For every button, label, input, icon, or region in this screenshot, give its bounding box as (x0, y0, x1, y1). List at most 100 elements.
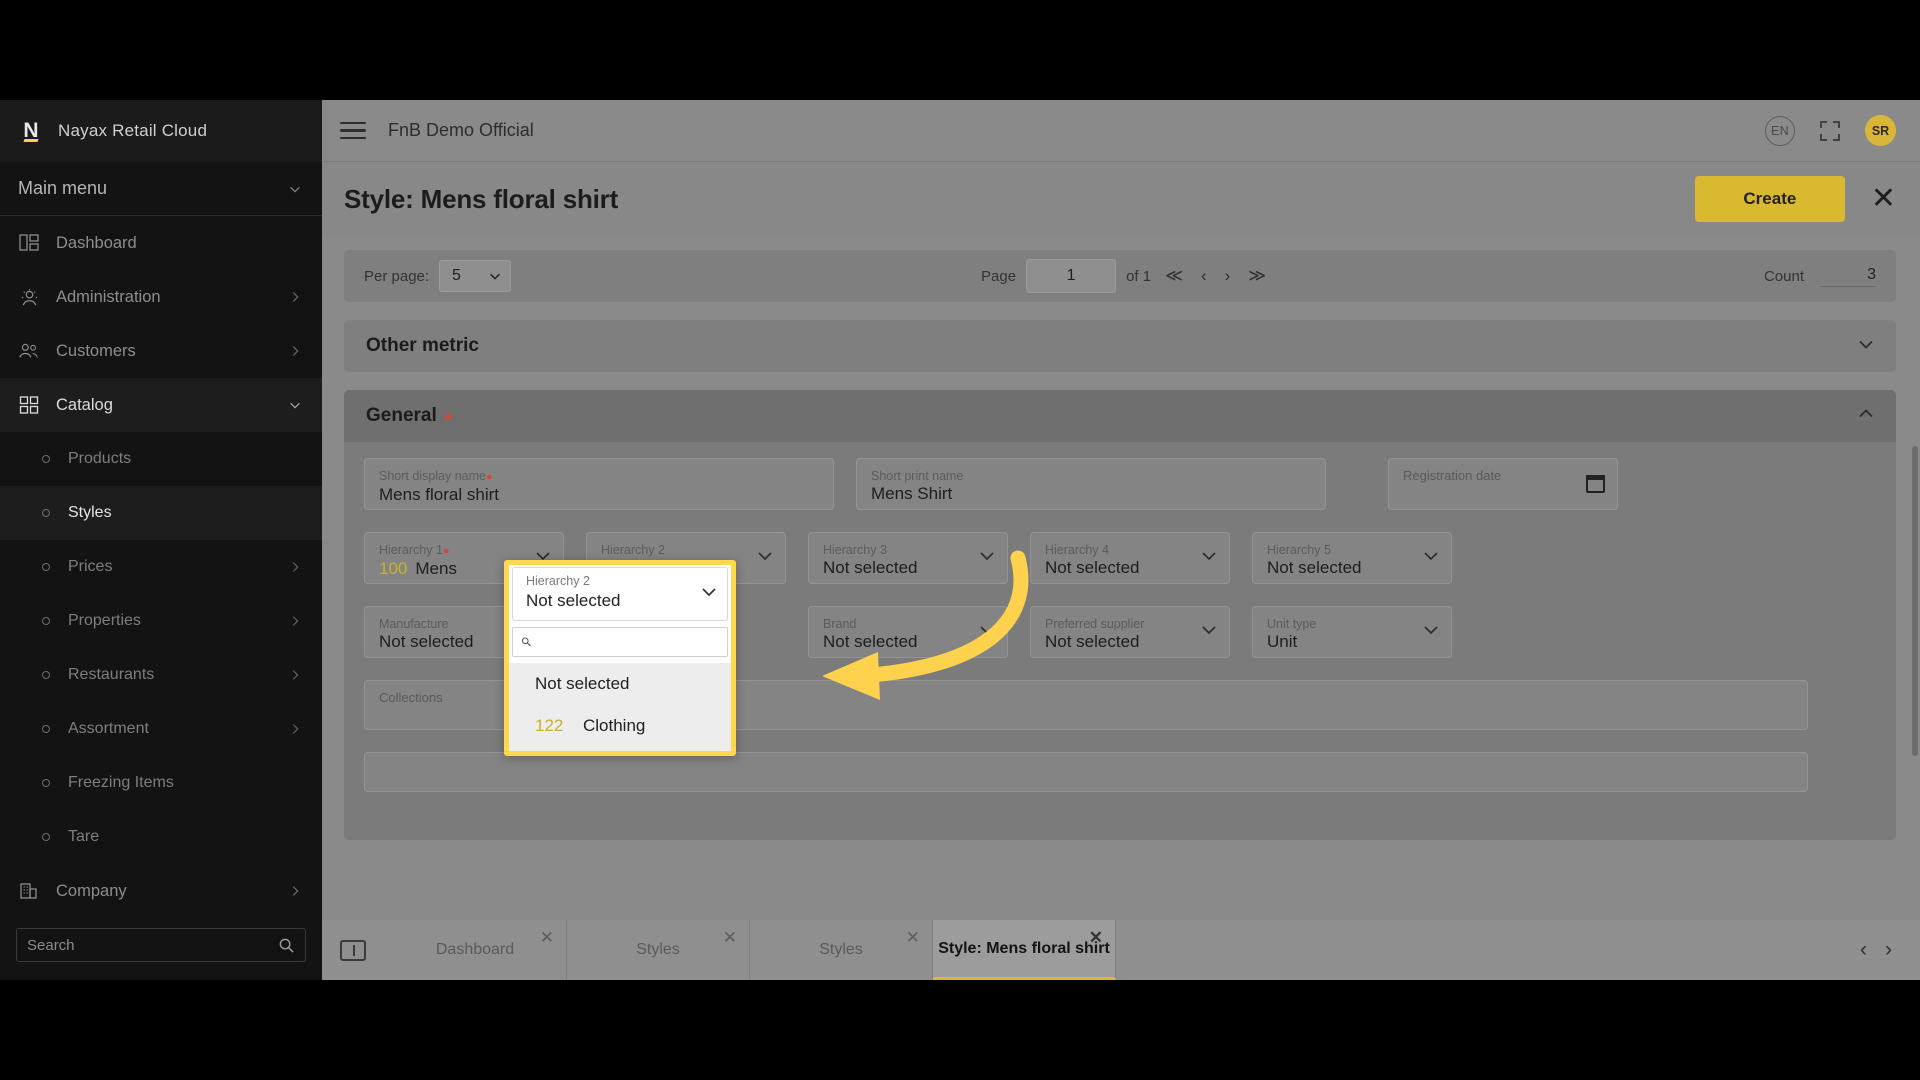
sidebar-item-label: Catalog (56, 395, 113, 414)
unit-type-select[interactable]: Unit type Unit (1252, 606, 1452, 658)
bullet-icon (42, 725, 50, 733)
chevron-right-icon (292, 670, 299, 680)
close-icon[interactable]: ✕ (1089, 929, 1103, 946)
pagination-toolbar: Per page: 5 Page 1 of 1 ≪ ‹ › ≫ Count 3 (344, 250, 1896, 302)
chevron-down-icon[interactable] (1858, 336, 1874, 356)
field-value: Mens floral shirt (379, 484, 499, 504)
required-indicator: ● (443, 407, 453, 425)
chevron-down-icon[interactable] (1423, 622, 1439, 643)
taskbar-tab-styles-2[interactable]: Styles ✕ (750, 920, 933, 980)
per-page-select[interactable]: 5 (439, 260, 512, 292)
top-bar: FnB Demo Official EN SR (322, 100, 1920, 162)
fullscreen-icon[interactable] (1819, 120, 1841, 142)
sidebar-item-tare[interactable]: Tare (0, 810, 322, 864)
sidebar-item-administration[interactable]: Administration (0, 270, 322, 324)
bullet-icon (42, 779, 50, 787)
sidebar-item-company[interactable]: Company (0, 864, 322, 916)
annotation-arrow-icon (822, 550, 1029, 700)
dropdown-option-not-selected[interactable]: Not selected (509, 663, 731, 705)
search-icon[interactable] (278, 937, 295, 954)
main-menu-label: Main menu (18, 178, 108, 198)
short-display-name-field[interactable]: Short display name● Mens floral shirt (364, 458, 834, 510)
last-page-button[interactable]: ≫ (1244, 266, 1270, 286)
hierarchy-2-dropdown-control[interactable]: Hierarchy 2 Not selected (512, 567, 728, 621)
tab-label: Style: Mens floral shirt (938, 939, 1110, 957)
window-icon (340, 939, 366, 961)
field-label: Hierarchy 1 (379, 542, 443, 557)
search-input[interactable] (27, 936, 278, 954)
sidebar-item-products[interactable]: Products (0, 432, 322, 486)
prev-page-button[interactable]: ‹ (1197, 266, 1211, 286)
sidebar-item-prices[interactable]: Prices (0, 540, 322, 594)
sidebar-item-customers[interactable]: Customers (0, 324, 322, 378)
option-code: 122 (535, 716, 564, 735)
close-icon[interactable]: ✕ (906, 929, 920, 946)
close-icon[interactable]: ✕ (1871, 184, 1896, 214)
dropdown-search-box[interactable] (512, 627, 728, 657)
option-label: Clothing (583, 716, 646, 735)
section-general-header[interactable]: General ● (344, 390, 1896, 442)
first-page-button[interactable]: ≪ (1161, 266, 1187, 286)
sidebar-item-assortment[interactable]: Assortment (0, 702, 322, 756)
catalog-grid-icon (18, 394, 40, 416)
hierarchy-5-select[interactable]: Hierarchy 5 Not selected (1252, 532, 1452, 584)
close-icon[interactable]: ✕ (723, 929, 737, 946)
chevron-up-icon[interactable] (1858, 406, 1874, 426)
sidebar-item-catalog[interactable]: Catalog (0, 378, 322, 432)
taskbar-tab-styles-1[interactable]: Styles ✕ (567, 920, 750, 980)
chevron-down-icon[interactable] (1201, 548, 1217, 569)
sidebar-item-dashboard[interactable]: Dashboard (0, 216, 322, 270)
option-label: Not selected (535, 674, 630, 693)
language-button[interactable]: EN (1765, 115, 1795, 146)
short-print-name-field[interactable]: Short print name Mens Shirt (856, 458, 1326, 510)
content-scrollbar[interactable] (1912, 446, 1918, 756)
section-other-metric[interactable]: Other metric (344, 320, 1896, 372)
dropdown-search-input[interactable] (538, 634, 719, 650)
sidebar-item-label: Freezing Items (68, 774, 174, 791)
chevron-down-icon (290, 402, 300, 409)
preferred-supplier-select[interactable]: Preferred supplier Not selected (1030, 606, 1230, 658)
field-label: Registration date (1403, 468, 1502, 483)
taskbar-prev-button[interactable]: ‹ (1860, 938, 1867, 962)
page-label: Page (981, 267, 1017, 285)
sidebar-item-freezing-items[interactable]: Freezing Items (0, 756, 322, 810)
create-button[interactable]: Create (1694, 176, 1845, 222)
sidebar-item-label: Administration (56, 287, 161, 306)
page-number-input[interactable]: 1 (1026, 259, 1117, 293)
dropdown-option-list: Not selected 122 Clothing (509, 663, 731, 751)
field-label: Hierarchy 4 (1045, 543, 1109, 557)
taskbar-window-button[interactable] (322, 920, 384, 980)
sidebar-search-container (0, 916, 322, 980)
page-header: Style: Mens floral shirt Create ✕ (322, 162, 1920, 236)
chevron-down-icon[interactable] (1201, 622, 1217, 643)
registration-date-field[interactable]: Registration date (1388, 458, 1618, 510)
sidebar-item-label: Tare (68, 828, 100, 845)
sidebar-item-properties[interactable]: Properties (0, 594, 322, 648)
chevron-down-icon (490, 273, 500, 280)
sidebar-item-restaurants[interactable]: Restaurants (0, 648, 322, 702)
chevron-right-icon (292, 346, 299, 356)
field-value: Not selected (1045, 558, 1140, 577)
extra-field[interactable] (364, 752, 1808, 792)
search-box[interactable] (16, 928, 306, 962)
hamburger-menu-icon[interactable] (340, 121, 366, 140)
chevron-down-icon[interactable] (757, 548, 773, 569)
hierarchy-4-select[interactable]: Hierarchy 4 Not selected (1030, 532, 1230, 584)
dropdown-option-clothing[interactable]: 122 Clothing (509, 705, 731, 747)
chevron-down-icon[interactable] (701, 584, 717, 605)
taskbar-tab-dashboard[interactable]: Dashboard ✕ (384, 920, 567, 980)
hierarchy-2-dropdown-popup: Hierarchy 2 Not selected Not selected 12… (504, 560, 736, 756)
chevron-down-icon[interactable] (1423, 548, 1439, 569)
field-value: Mens Shirt (871, 484, 953, 503)
calendar-icon[interactable] (1586, 475, 1605, 493)
taskbar-tab-style-mens-floral-shirt[interactable]: Style: Mens floral shirt ✕ (933, 920, 1116, 980)
chevron-right-icon (292, 724, 299, 734)
field-label: Short display name (379, 468, 487, 483)
sidebar-item-styles[interactable]: Styles (0, 486, 322, 540)
main-menu-toggle[interactable]: Main menu (0, 162, 322, 216)
bullet-icon (42, 455, 50, 463)
avatar[interactable]: SR (1865, 115, 1896, 146)
close-icon[interactable]: ✕ (540, 929, 554, 946)
taskbar-next-button[interactable]: › (1885, 938, 1892, 962)
next-page-button[interactable]: › (1221, 266, 1235, 286)
